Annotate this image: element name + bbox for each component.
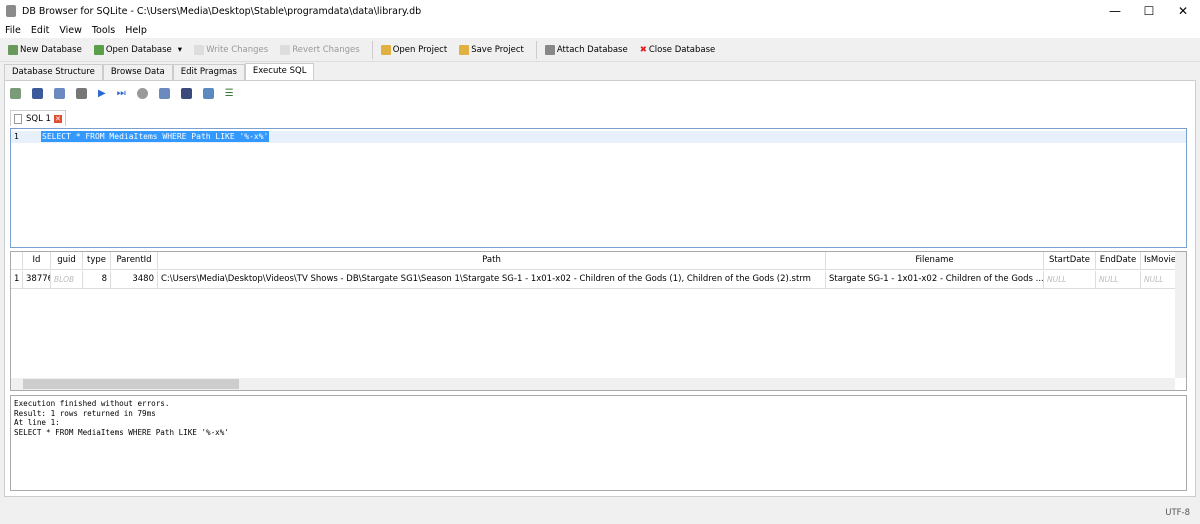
save-sql-file-icon[interactable] (54, 88, 65, 99)
column-header[interactable]: Path (158, 252, 826, 270)
close-window-button[interactable]: ✕ (1166, 0, 1200, 22)
open-sql-file-icon[interactable] (32, 88, 43, 99)
main-tabs: Database Structure Browse Data Edit Prag… (4, 63, 315, 81)
row-number[interactable]: 1 (11, 271, 23, 289)
new-database-icon (8, 44, 18, 55)
save-project-icon (459, 44, 470, 55)
app-icon (6, 5, 16, 17)
open-database-icon (93, 44, 104, 55)
cell-startdate[interactable]: NULL (1044, 271, 1096, 289)
save-icon (194, 44, 205, 55)
corner-cell[interactable] (11, 252, 23, 270)
menu-file[interactable]: File (5, 25, 21, 36)
execute-all-icon[interactable]: ▶ (98, 88, 106, 99)
open-database-label: Open Database (105, 44, 172, 55)
horizontal-scrollbar[interactable] (11, 378, 1175, 390)
message-pane: Execution finished without errors. Resul… (10, 395, 1187, 491)
cell-enddate[interactable]: NULL (1096, 271, 1141, 289)
column-header[interactable]: Id (23, 252, 51, 270)
maximize-button[interactable]: ☐ (1132, 0, 1166, 22)
revert-changes-button[interactable]: Revert Changes (280, 44, 360, 55)
column-header[interactable]: EndDate (1096, 252, 1141, 270)
document-icon (14, 113, 22, 124)
attach-database-label: Attach Database (556, 44, 628, 55)
cell-guid[interactable]: BLOB (51, 271, 83, 289)
vertical-scrollbar[interactable] (1175, 252, 1186, 378)
tab-edit-pragmas[interactable]: Edit Pragmas (172, 64, 245, 80)
menu-help[interactable]: Help (125, 25, 147, 36)
column-header[interactable]: IsMovie (1141, 252, 1176, 270)
find-icon[interactable] (180, 88, 192, 99)
column-header[interactable]: type (83, 252, 111, 270)
menu-view[interactable]: View (59, 25, 82, 36)
menu-edit[interactable]: Edit (31, 25, 49, 36)
sql-editor[interactable]: 1 SELECT * FROM MediaItems WHERE Path LI… (10, 128, 1187, 248)
line-number: 1 (14, 132, 19, 141)
column-header[interactable]: Filename (826, 252, 1044, 270)
separator (371, 40, 373, 59)
tab-browse-data[interactable]: Browse Data (102, 64, 173, 80)
new-database-label: New Database (20, 44, 82, 55)
stop-execution-icon[interactable] (136, 88, 148, 99)
attach-database-icon (544, 44, 555, 55)
cell-type[interactable]: 8 (83, 271, 111, 289)
main-toolbar: New Database Open Database ▾ Write Change… (0, 38, 1200, 62)
write-changes-button[interactable]: Write Changes (194, 44, 269, 55)
header-row: Id guid type ParentId Path Filename Star… (11, 252, 1176, 270)
close-database-label: Close Database (648, 44, 716, 55)
cell-id[interactable]: 38776 (23, 271, 51, 289)
open-project-icon (380, 44, 391, 55)
menu-tools[interactable]: Tools (92, 25, 115, 36)
save-results-icon[interactable] (158, 88, 170, 99)
cell-parentid[interactable]: 3480 (111, 271, 158, 289)
results-grid: Id guid type ParentId Path Filename Star… (10, 251, 1187, 391)
sql-toolbar: ▶ ⏭ ☰ (10, 88, 234, 99)
separator (535, 40, 537, 59)
revert-icon (280, 44, 291, 55)
execute-line-icon[interactable]: ⏭ (117, 88, 126, 99)
revert-changes-label: Revert Changes (292, 44, 360, 55)
save-project-button[interactable]: Save Project (459, 44, 524, 55)
title-bar: DB Browser for SQLite - C:\Users\Media\D… (0, 0, 1200, 22)
find-replace-icon[interactable] (202, 88, 214, 99)
minimize-button[interactable]: — (1098, 0, 1132, 22)
table-row[interactable]: 1 38776 BLOB 8 3480 C:\Users\Media\Deskt… (11, 271, 1176, 289)
sql-editor-tab[interactable]: SQL 1 ✕ (10, 110, 66, 126)
print-icon[interactable] (76, 88, 87, 99)
open-project-button[interactable]: Open Project (380, 44, 448, 55)
open-database-button[interactable]: Open Database ▾ (93, 44, 182, 55)
column-header[interactable]: StartDate (1044, 252, 1096, 270)
close-database-button[interactable]: ✖ Close Database (640, 45, 716, 55)
comment-icon[interactable]: ☰ (225, 88, 234, 99)
tab-database-structure[interactable]: Database Structure (4, 64, 103, 80)
window-title: DB Browser for SQLite - C:\Users\Media\D… (22, 5, 422, 17)
attach-database-button[interactable]: Attach Database (544, 44, 628, 55)
cell-ismovie[interactable]: NULL (1141, 271, 1176, 289)
tab-execute-sql[interactable]: Execute SQL (244, 63, 315, 80)
new-database-button[interactable]: New Database (8, 44, 82, 55)
column-header[interactable]: ParentId (111, 252, 158, 270)
open-project-label: Open Project (392, 44, 448, 55)
save-project-label: Save Project (471, 44, 524, 55)
cell-filename[interactable]: Stargate SG-1 - 1x01-x02 - Children of t… (826, 271, 1044, 289)
open-tab-icon[interactable] (10, 88, 21, 99)
dropdown-arrow-icon[interactable]: ▾ (178, 45, 182, 55)
close-tab-icon[interactable]: ✕ (53, 114, 62, 123)
sql-code[interactable]: SELECT * FROM MediaItems WHERE Path LIKE… (41, 131, 270, 142)
sql-tab-label: SQL 1 (26, 113, 51, 124)
scrollbar-thumb[interactable] (23, 379, 239, 389)
write-changes-label: Write Changes (206, 44, 269, 55)
encoding-status: UTF-8 (1165, 508, 1190, 518)
menu-bar: File Edit View Tools Help (0, 22, 1200, 38)
cell-path[interactable]: C:\Users\Media\Desktop\Videos\TV Shows -… (158, 271, 826, 289)
close-database-icon: ✖ (639, 44, 647, 55)
column-header[interactable]: guid (51, 252, 83, 270)
